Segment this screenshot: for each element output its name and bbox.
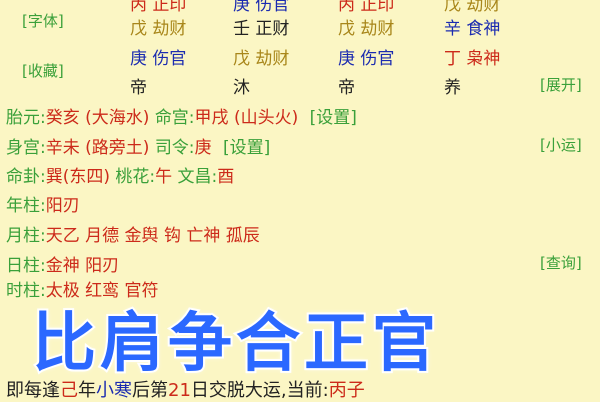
grid-top-cell-2: 庚 伤官 (233, 0, 290, 15)
nianzhu-row: 年柱:阳刃 (6, 191, 80, 216)
query-button[interactable]: [查询] (540, 252, 582, 273)
grid-r2-c4: 丁 枭神 (444, 49, 501, 69)
grid-r1-c3: 戊 劫财 (338, 19, 395, 39)
rizhu-label: 日柱: (6, 256, 46, 276)
grid-r1-c1: 戊 劫财 (130, 19, 187, 39)
taiyuan-row: 胎元:癸亥 (大海水) 命宫:甲戌 (山头火) [设置] (6, 103, 357, 128)
siling-value: 庚 (194, 138, 212, 158)
grid-r1-c4: 辛 食神 (444, 19, 501, 39)
taiyuan-value: 癸亥 (大海水) (45, 108, 150, 128)
taohua-value: 午 (155, 167, 173, 187)
minggua-value: 巽(东四) (45, 167, 110, 187)
grid-top-cell-3: 丙 正印 (338, 0, 395, 15)
nianzhu-value: 阳刃 (45, 196, 80, 216)
set-minggong-button[interactable]: [设置] (310, 108, 357, 128)
grid-r1-c2: 壬 正财 (233, 19, 290, 39)
grid-top-cell-1: 丙 正印 (130, 0, 187, 15)
shengong-row: 身宫:辛未 (路旁土) 司令:庚 [设置] (6, 133, 270, 158)
minggua-row: 命卦:巽(东四) 桃花:午 文昌:酉 (6, 162, 234, 187)
wenchang-label: 文昌: (177, 167, 218, 187)
siling-label: 司令: (154, 138, 195, 158)
rizhu-row: 日柱:金神 阳刃 (6, 251, 119, 276)
grid-r3-c3: 帝 (338, 78, 355, 98)
minggua-label: 命卦: (6, 167, 46, 187)
wenchang-value: 酉 (217, 167, 235, 187)
grid-r2-c1: 庚 伤官 (130, 49, 187, 69)
collect-button[interactable]: [收藏] (22, 60, 64, 81)
grid-top-cell-4: 戊 劫财 (444, 0, 501, 15)
overlay-title: 比肩争合正官 (30, 305, 440, 383)
grid-r2-c2: 戊 劫财 (233, 49, 290, 69)
grid-r3-c4: 养 (444, 78, 461, 98)
minggong-value: 甲戌 (山头火) (194, 108, 299, 128)
shengong-label: 身宫: (6, 138, 46, 158)
nianzhu-label: 年柱: (6, 196, 46, 216)
font-button[interactable]: [字体] (22, 10, 64, 31)
taiyuan-label: 胎元: (6, 108, 46, 128)
shengong-value: 辛未 (路旁土) (45, 138, 150, 158)
grid-r3-c1: 帝 (130, 78, 147, 98)
minggong-label: 命宫: (154, 108, 195, 128)
grid-r3-c2: 沐 (233, 78, 250, 98)
yuezhu-row: 月柱:天乙 月德 金舆 钩 亡神 孤辰 (6, 221, 260, 246)
grid-r2-c3: 庚 伤官 (338, 49, 395, 69)
taohua-label: 桃花: (115, 167, 156, 187)
yuezhu-label: 月柱: (6, 226, 46, 246)
yuezhu-value: 天乙 月德 金舆 钩 亡神 孤辰 (45, 226, 260, 246)
expand-button[interactable]: [展开] (540, 74, 582, 95)
set-siling-button[interactable]: [设置] (223, 138, 270, 158)
luck-button[interactable]: [小运] (540, 134, 582, 155)
rizhu-value: 金神 阳刃 (45, 256, 120, 276)
